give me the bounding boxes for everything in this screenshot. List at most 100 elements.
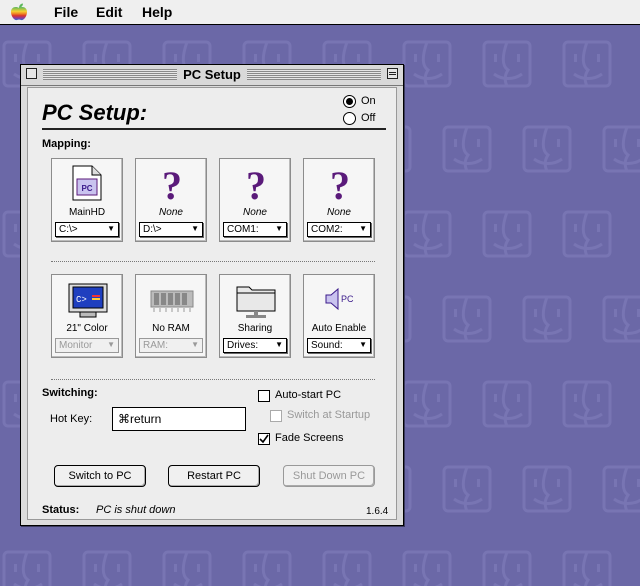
popup-arrow-icon: ▼	[359, 340, 367, 349]
finder-face-watermark-icon	[602, 295, 640, 343]
pc-setup-window: PC Setup PC Setup: On Off Mapping: PC Ma…	[20, 64, 404, 526]
switch-to-pc-button[interactable]: Switch to PC	[54, 465, 146, 487]
drive-card-com2[interactable]: ? None COM2: ▼	[303, 158, 375, 242]
popup-arrow-icon: ▼	[275, 340, 283, 349]
device-label: No RAM	[152, 323, 190, 334]
finder-face-watermark-icon	[242, 550, 292, 586]
version-number: 1.6.4	[366, 506, 389, 517]
drive-label: None	[243, 207, 267, 218]
apple-menu-icon[interactable]	[8, 2, 30, 22]
checkmark-icon	[259, 434, 269, 444]
shut-down-pc-button[interactable]: Shut Down PC	[283, 465, 375, 487]
autostart-checkbox[interactable]	[258, 390, 270, 402]
window-content: PC Setup: On Off Mapping: PC MainHD C:\>…	[27, 87, 397, 520]
svg-text:PC: PC	[341, 294, 354, 304]
menu-bar: File Edit Help	[0, 0, 640, 25]
finder-face-watermark-icon	[442, 295, 492, 343]
drive-card-mainhd[interactable]: PC MainHD C:\> ▼	[51, 158, 123, 242]
finder-face-watermark-icon	[442, 465, 492, 513]
com1-popup[interactable]: COM1: ▼	[223, 222, 287, 237]
finder-face-watermark-icon	[402, 40, 452, 88]
finder-face-watermark-icon	[402, 210, 452, 258]
ram-chip-icon	[150, 290, 194, 312]
menu-file[interactable]: File	[54, 4, 78, 20]
device-card-ram[interactable]: No RAM RAM: ▼	[135, 274, 207, 358]
question-mark-icon: ?	[330, 163, 350, 203]
finder-face-watermark-icon	[482, 550, 532, 586]
com2-popup[interactable]: COM2: ▼	[307, 222, 371, 237]
power-on-radio[interactable]	[343, 95, 356, 108]
question-mark-icon: ?	[162, 163, 182, 203]
popup-arrow-icon: ▼	[107, 224, 115, 233]
pc-disk-icon: PC	[72, 165, 102, 201]
finder-face-watermark-icon	[402, 550, 452, 586]
svg-text:?: ?	[330, 163, 350, 203]
power-off-radio[interactable]	[343, 112, 356, 125]
close-box-icon[interactable]	[26, 68, 37, 79]
ram-popup[interactable]: RAM: ▼	[139, 338, 203, 353]
device-label: Sharing	[237, 323, 273, 334]
switch-startup-checkbox[interactable]	[270, 410, 282, 422]
drive-d-popup[interactable]: D:\> ▼	[139, 222, 203, 237]
sharing-popup[interactable]: Drives: ▼	[223, 338, 287, 353]
device-card-sound[interactable]: PC Auto Enable Sound: ▼	[303, 274, 375, 358]
title-underline	[42, 128, 386, 130]
pc-speaker-icon: PC	[325, 287, 354, 311]
drive-card-com1[interactable]: ? None COM1: ▼	[219, 158, 291, 242]
window-title-bar[interactable]: PC Setup	[21, 65, 403, 86]
divider	[51, 379, 375, 380]
finder-face-watermark-icon	[522, 125, 572, 173]
drive-label: None	[327, 207, 351, 218]
power-off-label: Off	[361, 112, 376, 124]
finder-face-watermark-icon	[602, 125, 640, 173]
mapping-label: Mapping:	[42, 138, 91, 150]
popup-arrow-icon: ▼	[275, 224, 283, 233]
svg-text:C>: C>	[76, 295, 87, 305]
device-card-monitor[interactable]: C> 21" Color Monitor ▼	[51, 274, 123, 358]
switching-label: Switching:	[42, 387, 98, 399]
autostart-label: Auto-start PC	[275, 389, 342, 401]
menu-help[interactable]: Help	[142, 4, 172, 20]
monitor-popup[interactable]: Monitor ▼	[55, 338, 119, 353]
finder-face-watermark-icon	[562, 380, 612, 428]
finder-face-watermark-icon	[482, 210, 532, 258]
finder-face-watermark-icon	[82, 550, 132, 586]
status-label: Status:	[42, 504, 80, 516]
drive-card-d[interactable]: ? None D:\> ▼	[135, 158, 207, 242]
device-label: Auto Enable	[311, 323, 367, 334]
status-value: PC is shut down	[96, 504, 176, 516]
hotkey-field[interactable]: ⌘return	[112, 407, 246, 431]
collapse-box-icon[interactable]	[387, 68, 398, 79]
svg-text:PC: PC	[81, 184, 92, 193]
finder-face-watermark-icon	[562, 550, 612, 586]
finder-face-watermark-icon	[442, 125, 492, 173]
fade-screens-label: Fade Screens	[275, 432, 344, 444]
window-title: PC Setup	[177, 67, 247, 82]
drive-label: MainHD	[68, 207, 106, 218]
power-on-label: On	[361, 95, 376, 107]
monitor-icon: C>	[68, 283, 108, 318]
hotkey-label: Hot Key:	[50, 413, 93, 425]
finder-face-watermark-icon	[402, 380, 452, 428]
svg-text:?: ?	[246, 163, 266, 203]
finder-face-watermark-icon	[562, 40, 612, 88]
drive-label: None	[159, 207, 183, 218]
popup-arrow-icon: ▼	[191, 224, 199, 233]
device-card-sharing[interactable]: Sharing Drives: ▼	[219, 274, 291, 358]
popup-arrow-icon: ▼	[359, 224, 367, 233]
finder-face-watermark-icon	[522, 295, 572, 343]
sound-popup[interactable]: Sound: ▼	[307, 338, 371, 353]
fade-screens-checkbox[interactable]	[258, 433, 270, 445]
shared-folder-icon	[236, 286, 276, 318]
divider	[51, 261, 375, 262]
finder-face-watermark-icon	[2, 550, 52, 586]
restart-pc-button[interactable]: Restart PC	[168, 465, 260, 487]
finder-face-watermark-icon	[562, 210, 612, 258]
finder-face-watermark-icon	[482, 380, 532, 428]
menu-edit[interactable]: Edit	[96, 4, 122, 20]
finder-face-watermark-icon	[482, 40, 532, 88]
question-mark-icon: ?	[246, 163, 266, 203]
finder-face-watermark-icon	[322, 550, 372, 586]
finder-face-watermark-icon	[602, 465, 640, 513]
drive-c-popup[interactable]: C:\> ▼	[55, 222, 119, 237]
